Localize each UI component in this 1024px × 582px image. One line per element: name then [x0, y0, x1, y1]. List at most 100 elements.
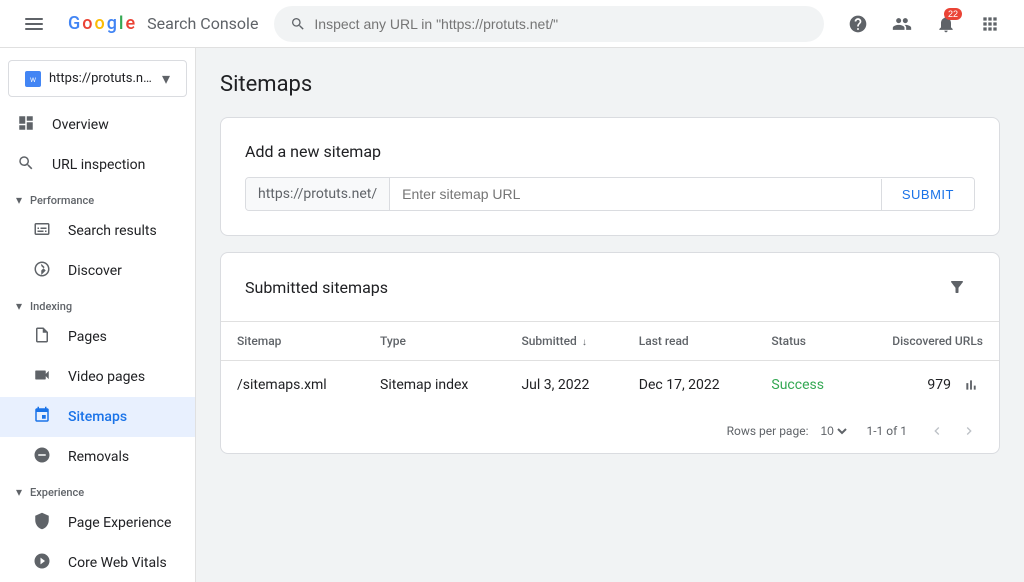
filter-icon [948, 278, 966, 296]
table-header-row: Sitemap Type Submitted ↓ Last read Statu… [221, 322, 999, 361]
sidebar-section-experience: ▾ Experience [0, 477, 195, 503]
site-url: https://protuts.net/ [49, 71, 154, 86]
col-header-submitted: Submitted ↓ [505, 322, 622, 361]
site-selector-chevron-icon: ▾ [162, 69, 170, 88]
sidebar-item-discover[interactable]: Discover [0, 251, 195, 291]
pagination: Rows per page: 10 25 50 1-1 of 1 [221, 409, 999, 453]
sidebar-item-pages-label: Pages [68, 329, 107, 345]
header: Google Search Console 22 [0, 0, 1024, 48]
search-icon [290, 16, 306, 32]
experience-section-label: Experience [30, 486, 84, 499]
logo-letter-g2: g [107, 13, 117, 34]
url-inspection-icon [16, 154, 36, 177]
apps-button[interactable] [972, 6, 1008, 42]
sidebar-item-pages[interactable]: Pages [0, 317, 195, 357]
add-sitemap-card-body: Add a new sitemap https://protuts.net/ S… [221, 118, 999, 235]
submit-sitemap-button[interactable]: SUBMIT [881, 179, 974, 210]
page-navigation [923, 417, 983, 445]
chevron-right-icon [961, 423, 977, 439]
col-header-status: Status [755, 322, 854, 361]
search-bar[interactable] [274, 6, 824, 42]
prev-page-button[interactable] [923, 417, 951, 445]
logo-letter-g1: G [68, 13, 80, 34]
sidebar-item-url-inspection[interactable]: URL inspection [0, 145, 195, 185]
sidebar-item-core-web-vitals-label: Core Web Vitals [68, 555, 167, 571]
page-experience-icon [32, 512, 52, 535]
main-content: Sitemaps Add a new sitemap https://protu… [196, 48, 1024, 582]
bar-chart-icon [963, 377, 979, 393]
logo-letter-e: e [126, 13, 136, 34]
page-title: Sitemaps [220, 72, 1000, 97]
rows-per-page-label: Rows per page: [727, 424, 809, 438]
hamburger-button[interactable] [16, 6, 52, 42]
favicon-icon: W [27, 73, 39, 85]
search-input[interactable] [314, 16, 808, 32]
header-icons: 22 [840, 6, 1008, 42]
table-row: /sitemaps.xml Sitemap index Jul 3, 2022 … [221, 361, 999, 410]
rows-per-page-select[interactable]: 10 25 50 [816, 423, 850, 439]
add-sitemap-card: Add a new sitemap https://protuts.net/ S… [220, 117, 1000, 236]
table-body: /sitemaps.xml Sitemap index Jul 3, 2022 … [221, 361, 999, 410]
google-logo: Google [68, 13, 135, 34]
sidebar-item-video-pages-label: Video pages [68, 369, 145, 385]
sidebar: W https://protuts.net/ ▾ Overview URL in… [0, 48, 196, 582]
col-header-type: Type [364, 322, 505, 361]
logo-letter-o1: o [82, 13, 92, 34]
sidebar-item-sitemaps-label: Sitemaps [68, 409, 127, 425]
col-header-discovered-urls: Discovered URLs [855, 322, 999, 361]
app-name: Search Console [147, 14, 258, 33]
indexing-section-arrow-icon: ▾ [16, 299, 22, 313]
sidebar-item-removals-label: Removals [68, 449, 129, 465]
notification-badge: 22 [944, 8, 962, 20]
sidebar-item-search-results[interactable]: Search results [0, 211, 195, 251]
account-icon [892, 14, 912, 34]
sidebar-item-overview-label: Overview [52, 117, 109, 133]
filter-button[interactable] [939, 269, 975, 305]
bar-chart-button[interactable] [959, 373, 983, 397]
site-selector[interactable]: W https://protuts.net/ ▾ [8, 60, 187, 97]
account-button[interactable] [884, 6, 920, 42]
sidebar-item-url-inspection-label: URL inspection [52, 157, 145, 173]
sidebar-item-search-results-label: Search results [68, 223, 157, 239]
page-info: 1-1 of 1 [866, 424, 907, 438]
discover-icon [32, 260, 52, 283]
performance-section-label: Performance [30, 194, 94, 207]
sidebar-section-performance: ▾ Performance [0, 185, 195, 211]
next-page-button[interactable] [955, 417, 983, 445]
col-header-last-read: Last read [623, 322, 756, 361]
removals-icon [32, 446, 52, 469]
notifications-button[interactable]: 22 [928, 6, 964, 42]
header-left: Google Search Console [16, 6, 258, 42]
submitted-sitemaps-title: Submitted sitemaps [245, 278, 388, 297]
pages-icon [32, 326, 52, 349]
sort-arrow-icon: ↓ [582, 337, 587, 348]
indexing-section-label: Indexing [30, 300, 72, 313]
help-button[interactable] [840, 6, 876, 42]
sitemap-url-input[interactable] [390, 178, 881, 210]
overview-icon [16, 114, 36, 137]
apps-icon [980, 14, 1000, 34]
performance-section-arrow-icon: ▾ [16, 193, 22, 207]
add-sitemap-label: Add a new sitemap [245, 142, 975, 161]
sidebar-item-page-experience[interactable]: Page Experience [0, 503, 195, 543]
cell-submitted-date: Jul 3, 2022 [505, 361, 622, 410]
sidebar-item-sitemaps[interactable]: Sitemaps [0, 397, 195, 437]
logo-letter-o2: o [94, 13, 104, 34]
sidebar-item-overview[interactable]: Overview [0, 105, 195, 145]
sitemaps-icon [32, 406, 52, 429]
col-header-sitemap: Sitemap [221, 322, 364, 361]
sidebar-item-core-web-vitals[interactable]: Core Web Vitals [0, 543, 195, 582]
main-layout: W https://protuts.net/ ▾ Overview URL in… [0, 48, 1024, 582]
sidebar-section-indexing: ▾ Indexing [0, 291, 195, 317]
cell-last-read-date: Dec 17, 2022 [623, 361, 756, 410]
sitemap-input-row: https://protuts.net/ SUBMIT [245, 177, 975, 211]
video-pages-icon [32, 366, 52, 389]
table-header: Sitemap Type Submitted ↓ Last read Statu… [221, 322, 999, 361]
sidebar-item-video-pages[interactable]: Video pages [0, 357, 195, 397]
experience-section-arrow-icon: ▾ [16, 485, 22, 499]
search-results-icon [32, 220, 52, 243]
sidebar-item-removals[interactable]: Removals [0, 437, 195, 477]
logo-letter-l: l [119, 13, 124, 34]
core-web-vitals-icon [32, 552, 52, 575]
chevron-left-icon [929, 423, 945, 439]
